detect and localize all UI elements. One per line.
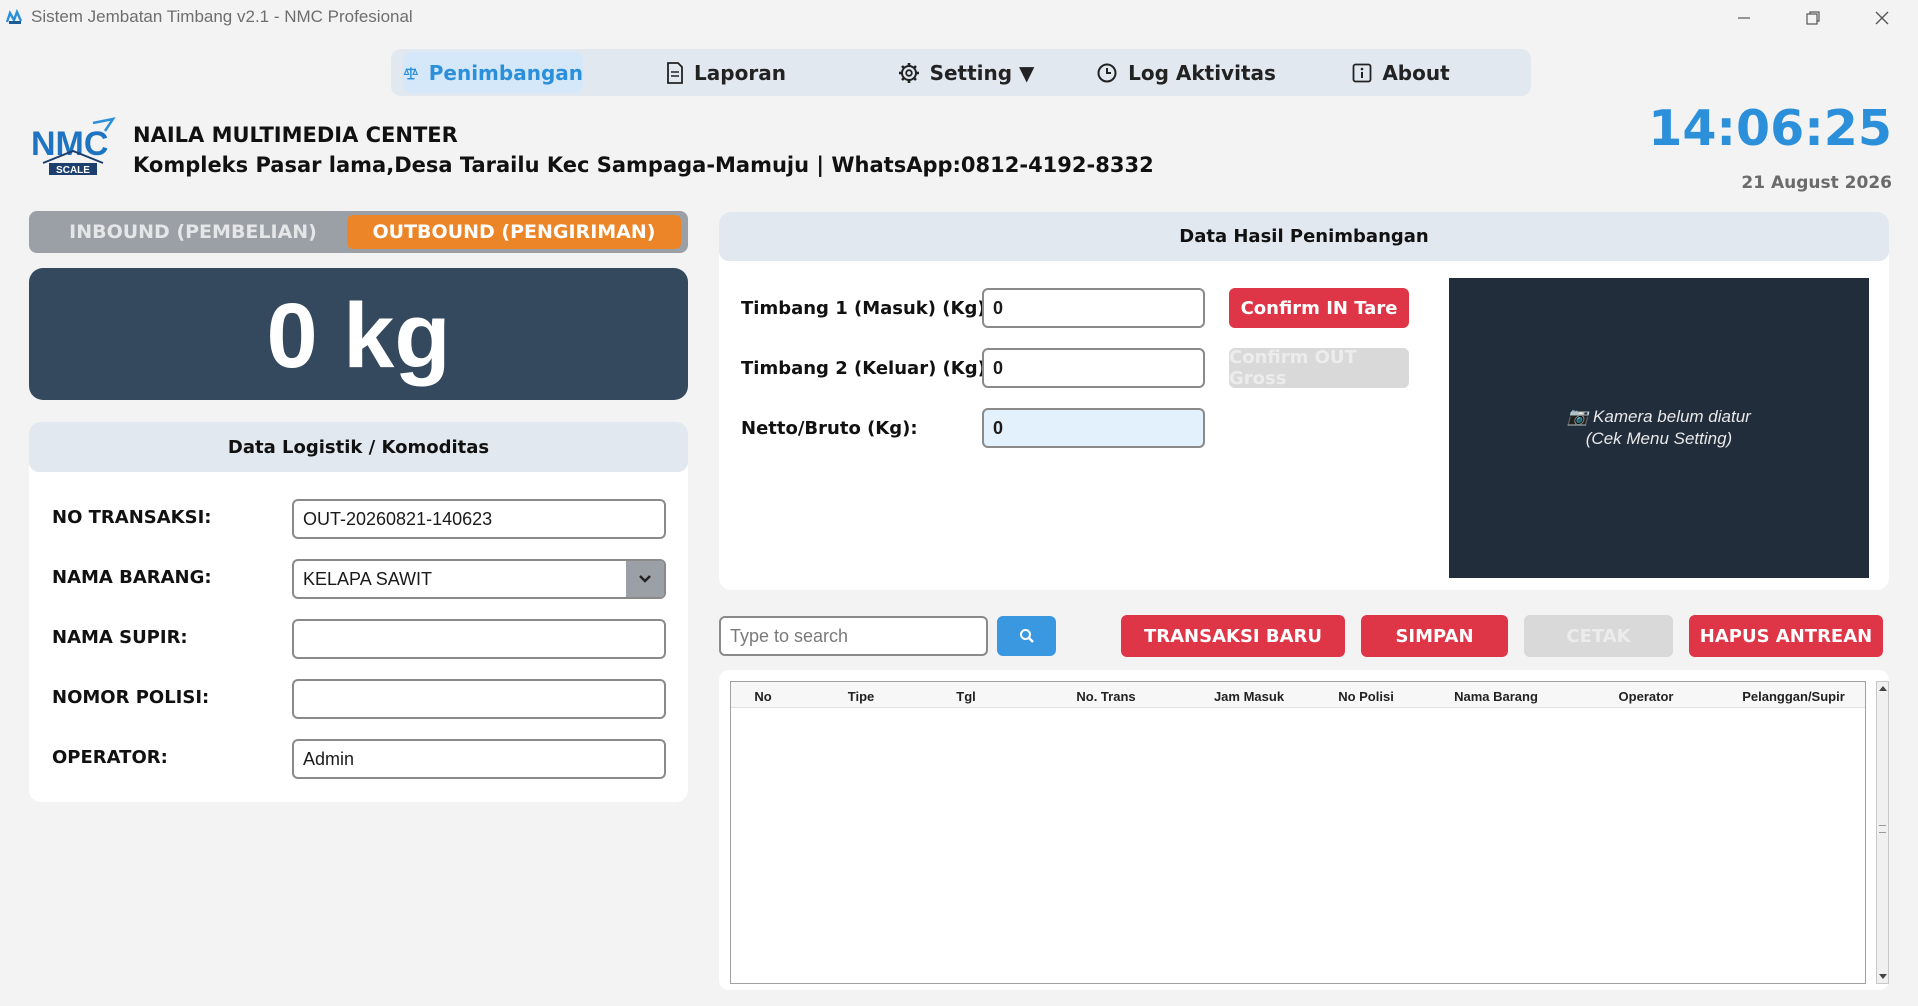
tab-log-aktivitas-label: Log Aktivitas <box>1128 60 1276 85</box>
operator-label: OPERATOR: <box>52 747 168 768</box>
tab-log-aktivitas[interactable]: Log Aktivitas <box>1086 52 1286 93</box>
scroll-thumb-grip <box>1879 825 1886 833</box>
camera-preview: 📷 Kamera belum diatur (Cek Menu Setting) <box>1449 278 1869 578</box>
logo-text: NMC <box>31 125 108 163</box>
tab-laporan-label: Laporan <box>694 60 786 85</box>
nama-supir-field[interactable] <box>292 619 666 659</box>
tab-about[interactable]: About <box>1326 52 1476 93</box>
gear-icon <box>898 62 919 83</box>
timbang1-label: Timbang 1 (Masuk) (Kg): <box>741 298 993 319</box>
weight-display-panel: 0 kg <box>29 268 688 400</box>
simpan-button[interactable]: SIMPAN <box>1361 615 1508 657</box>
tab-about-label: About <box>1382 60 1450 85</box>
hapus-antrean-button[interactable]: HAPUS ANTREAN <box>1689 615 1883 657</box>
nama-barang-select[interactable]: KELAPA SAWIT <box>292 559 666 599</box>
no-transaksi-field[interactable]: OUT-20260821-140623 <box>292 499 666 539</box>
search-icon <box>1019 629 1034 643</box>
dropdown-button[interactable] <box>626 561 664 597</box>
nama-supir-label: NAMA SUPIR: <box>52 627 188 648</box>
hasil-penimbangan-title: Data Hasil Penimbangan <box>719 212 1889 261</box>
minimize-button[interactable] <box>1710 0 1778 36</box>
main-nav: Penimbangan Laporan Setting ▼ Log Aktivi… <box>391 49 1531 96</box>
tab-penimbangan-label: Penimbangan <box>428 60 583 85</box>
weight-readout: 0 kg <box>266 285 451 387</box>
search-button[interactable] <box>997 616 1056 656</box>
transaksi-baru-button[interactable]: TRANSAKSI BARU <box>1121 615 1345 657</box>
col-header-tgl[interactable]: Tgl <box>941 689 991 704</box>
search-input[interactable]: Type to search <box>719 616 988 656</box>
tab-penimbangan[interactable]: Penimbangan <box>403 52 583 93</box>
camera-status-text: 📷 Kamera belum diatur (Cek Menu Setting) <box>1449 406 1869 450</box>
close-button[interactable] <box>1848 0 1916 36</box>
info-icon <box>1352 63 1372 82</box>
scroll-up-icon[interactable] <box>1878 684 1888 692</box>
confirm-out-gross-button[interactable]: Confirm OUT Gross <box>1229 347 1409 389</box>
logistik-card-title: Data Logistik / Komoditas <box>29 422 688 472</box>
restore-icon <box>1806 11 1820 25</box>
timbang1-field[interactable]: 0 <box>982 288 1205 328</box>
scroll-down-icon[interactable] <box>1878 973 1888 981</box>
col-header-pelanggan-supir[interactable]: Pelanggan/Supir <box>1731 689 1856 704</box>
current-date: 21 August 2026 <box>1741 173 1892 193</box>
col-header-tipe[interactable]: Tipe <box>831 689 891 704</box>
restore-button[interactable] <box>1779 0 1847 36</box>
document-icon <box>667 61 683 84</box>
table-header-row: No Tipe Tgl No. Trans Jam Masuk No Polis… <box>731 682 1865 708</box>
camera-status-line1: 📷 Kamera belum diatur <box>1567 407 1751 426</box>
confirm-in-tare-button[interactable]: Confirm IN Tare <box>1229 288 1409 328</box>
col-header-no-trans[interactable]: No. Trans <box>1061 689 1151 704</box>
scale-icon <box>403 66 419 79</box>
no-transaksi-label: NO TRANSAKSI: <box>52 507 212 528</box>
tab-setting[interactable]: Setting ▼ <box>871 52 1061 93</box>
clock-time: 14:06:25 <box>1648 100 1892 157</box>
minimize-icon <box>1738 17 1750 19</box>
table-scrollbar[interactable] <box>1876 681 1889 984</box>
col-header-no-polisi[interactable]: No Polisi <box>1321 689 1411 704</box>
nama-barang-value: KELAPA SAWIT <box>303 568 433 589</box>
col-header-no[interactable]: No <box>751 689 775 704</box>
company-address: Kompleks Pasar lama,Desa Tarailu Kec Sam… <box>133 153 1154 177</box>
chevron-down-icon <box>639 575 651 583</box>
cetak-button[interactable]: CETAK <box>1524 615 1673 657</box>
tab-laporan[interactable]: Laporan <box>641 52 811 93</box>
col-header-nama-barang[interactable]: Nama Barang <box>1441 689 1551 704</box>
inbound-mode-button[interactable]: INBOUND (PEMBELIAN) <box>33 215 353 249</box>
transaction-mode-toggle: INBOUND (PEMBELIAN) OUTBOUND (PENGIRIMAN… <box>29 211 688 253</box>
netto-field[interactable]: 0 <box>982 408 1205 448</box>
nomor-polisi-label: NOMOR POLISI: <box>52 687 210 708</box>
nomor-polisi-field[interactable] <box>292 679 666 719</box>
app-logo-icon <box>6 9 23 24</box>
col-header-operator[interactable]: Operator <box>1601 689 1691 704</box>
outbound-mode-button[interactable]: OUTBOUND (PENGIRIMAN) <box>347 215 681 249</box>
transaction-table: No Tipe Tgl No. Trans Jam Masuk No Polis… <box>730 681 1866 984</box>
camera-status-line2: (Cek Menu Setting) <box>1585 429 1733 448</box>
nama-barang-label: NAMA BARANG: <box>52 567 212 588</box>
tab-setting-label: Setting ▼ <box>929 60 1035 85</box>
window-title: Sistem Jembatan Timbang v2.1 - NMC Profe… <box>31 7 413 26</box>
timbang2-label: Timbang 2 (Keluar) (Kg): <box>741 358 994 379</box>
operator-field[interactable]: Admin <box>292 739 666 779</box>
col-header-jam-masuk[interactable]: Jam Masuk <box>1204 689 1294 704</box>
close-icon <box>1875 11 1889 25</box>
company-name: NAILA MULTIMEDIA CENTER <box>133 123 458 147</box>
logistik-card: Data Logistik / Komoditas NO TRANSAKSI: … <box>29 422 688 802</box>
nmc-logo: NMC SCALE <box>31 117 116 176</box>
netto-label: Netto/Bruto (Kg): <box>741 418 918 439</box>
clock-icon <box>1097 63 1117 82</box>
logo-subtext: SCALE <box>56 165 90 176</box>
timbang2-field[interactable]: 0 <box>982 348 1205 388</box>
